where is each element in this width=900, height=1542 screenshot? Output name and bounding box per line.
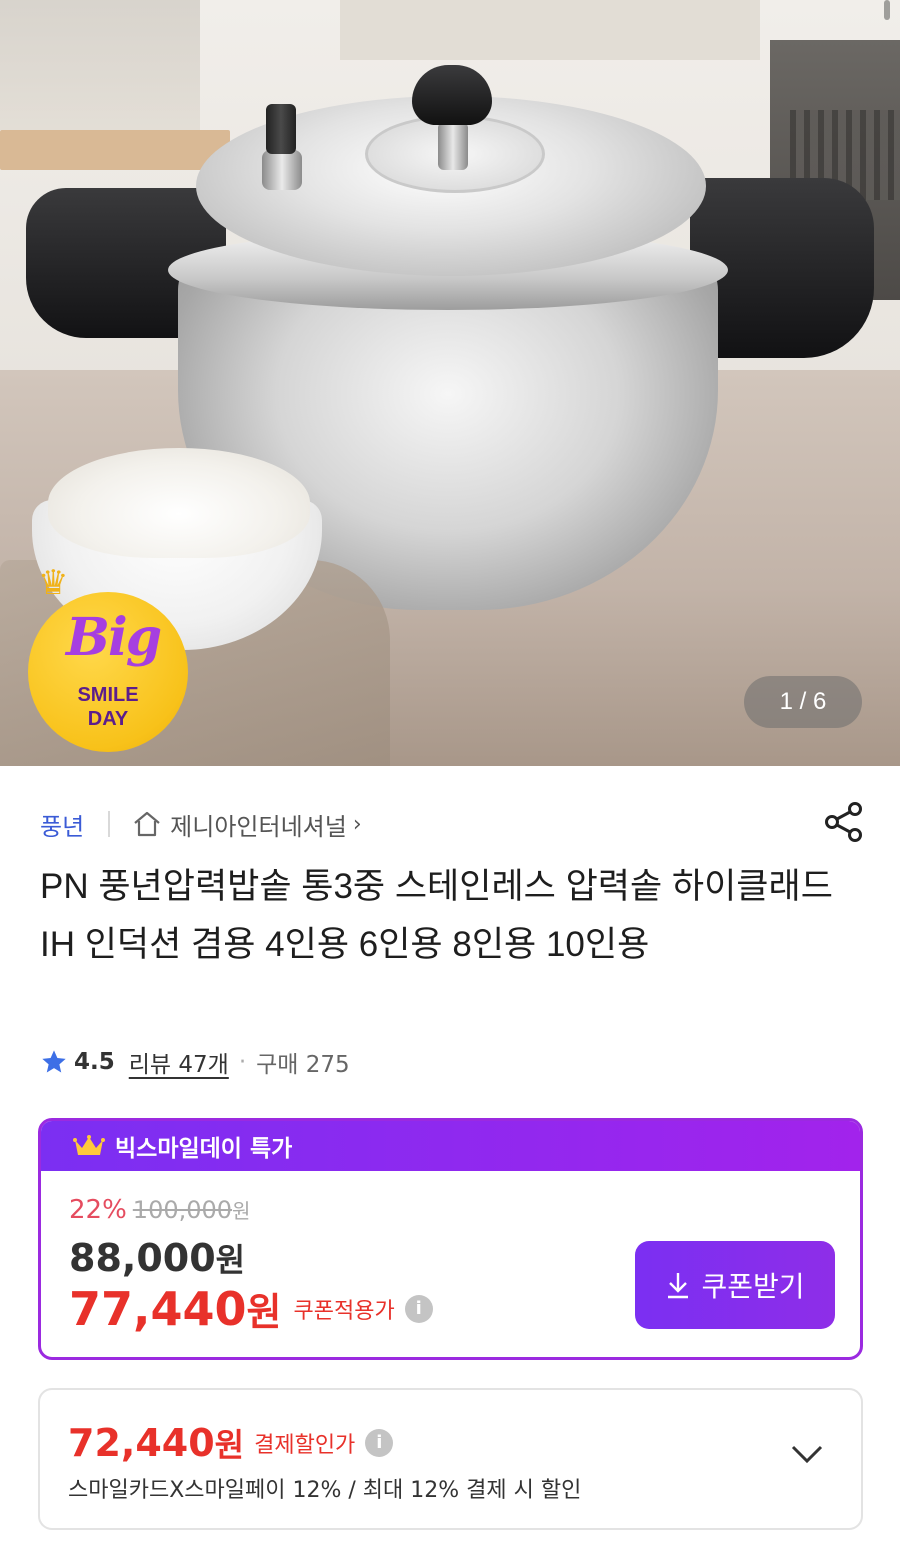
badge-big-text: Big: [66, 607, 162, 668]
pot-knob-stem: [438, 122, 468, 170]
pot-valve-base: [262, 150, 302, 190]
home-icon: [134, 811, 160, 837]
background-shelf-board: [0, 130, 230, 170]
payment-price-value: 72,440: [68, 1421, 215, 1465]
divider: [108, 811, 111, 837]
badge-day-text: DAY: [87, 708, 129, 730]
rating-score: 4.5: [74, 1049, 115, 1075]
separator: ·: [238, 1049, 247, 1075]
product-title: PN 풍년압력밥솥 통3중 스테인레스 압력솥 하이클래드 IH 인덕션 겸용 …: [40, 867, 833, 964]
info-icon[interactable]: i: [365, 1429, 394, 1457]
coupon-price-label: 쿠폰적용가: [293, 1298, 395, 1324]
discount-row: 22% 100,000 원: [69, 1195, 250, 1225]
product-image-carousel[interactable]: ♛ Big SMILE DAY 1 / 6: [0, 0, 900, 766]
coupon-price-unit: 원: [246, 1290, 282, 1334]
sale-price-value: 88,000: [69, 1236, 216, 1280]
star-icon: [42, 1050, 66, 1073]
payment-price-label: 결제할인가: [254, 1433, 356, 1458]
original-price-unit: 원: [232, 1199, 251, 1223]
image-pager: 1 / 6: [744, 676, 862, 728]
brand-link[interactable]: 풍년: [40, 807, 84, 842]
discount-percent: 22%: [69, 1195, 127, 1225]
badge-crown-icon: ♛: [38, 563, 69, 603]
payment-price-row: 72,440원 결제할인가 i: [68, 1420, 394, 1466]
pot-knob: [412, 65, 492, 125]
deal-title: 빅스마일데이 특가: [115, 1136, 293, 1162]
get-coupon-label: 쿠폰받기: [701, 1270, 805, 1303]
pot-valve: [266, 104, 296, 154]
chevron-down-icon[interactable]: [790, 1444, 824, 1464]
get-coupon-button[interactable]: 쿠폰받기: [635, 1241, 835, 1329]
payment-price: 72,440원: [68, 1420, 244, 1466]
scrollbar-thumb[interactable]: [884, 0, 890, 20]
coupon-price-row: 77,440원 쿠폰적용가 i: [69, 1281, 433, 1336]
reviews-link[interactable]: 리뷰 47개: [129, 1045, 229, 1079]
crown-icon: [73, 1135, 105, 1155]
store-link[interactable]: 제니아인터네셔널: [170, 807, 347, 842]
purchase-count: 구매 275: [256, 1052, 350, 1078]
payment-description: 스마일카드X스마일페이 12% / 최대 12% 결제 시 할인: [68, 1478, 582, 1503]
sale-price: 88,000원: [69, 1235, 245, 1281]
download-icon: [668, 1273, 689, 1299]
seller-row: 풍년 제니아인터네셔널 ›: [40, 804, 362, 844]
background-cabinet: [340, 0, 760, 60]
sale-price-unit: 원: [215, 1241, 246, 1279]
background-shelf: [0, 0, 200, 130]
info-icon[interactable]: i: [404, 1294, 433, 1323]
badge-smile-text: SMILE: [77, 684, 139, 706]
chevron-right-icon: ›: [352, 811, 362, 837]
rating-row: 4.5 리뷰 47개 · 구매 275: [40, 1042, 350, 1082]
special-price-box: 빅스마일데이 특가 22% 100,000 원 88,000원 77,440원 …: [38, 1118, 863, 1360]
deal-header: 빅스마일데이 특가: [41, 1121, 860, 1171]
share-icon[interactable]: [822, 800, 866, 844]
coupon-price: 77,440원: [69, 1281, 281, 1336]
payment-price-unit: 원: [214, 1426, 245, 1464]
payment-discount-box[interactable]: 72,440원 결제할인가 i 스마일카드X스마일페이 12% / 최대 12%…: [38, 1388, 863, 1530]
coupon-price-value: 77,440: [69, 1282, 247, 1336]
original-price: 100,000: [132, 1196, 233, 1224]
rice: [48, 448, 310, 558]
